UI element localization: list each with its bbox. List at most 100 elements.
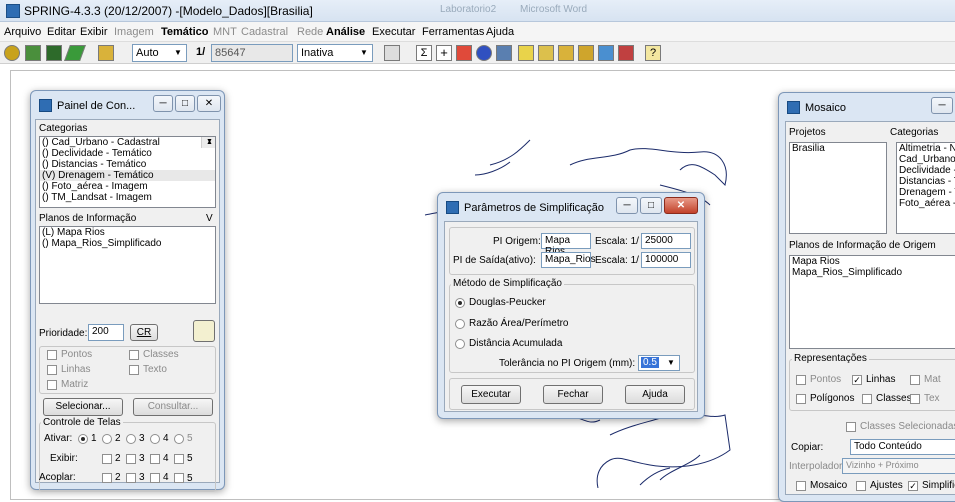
ativar-radio-1[interactable] (78, 434, 88, 444)
back-icon[interactable] (598, 45, 614, 61)
pencil-icon[interactable] (518, 45, 534, 61)
categorias-scrollbar[interactable]: ▲ ▼ (201, 137, 215, 148)
acoplar-check-5[interactable] (174, 473, 184, 483)
menu-imagem[interactable]: Imagem (114, 26, 154, 38)
categoria-item[interactable]: () TM_Landsat - Imagem (40, 192, 215, 203)
layers-icon[interactable] (46, 45, 62, 61)
scroll-down-icon[interactable]: ▼ (202, 136, 215, 148)
linhas-checkbox[interactable] (47, 365, 57, 375)
scale-icon[interactable] (98, 45, 114, 61)
help-icon[interactable]: ? (645, 45, 661, 61)
selecionar-button[interactable]: Selecionar... (43, 398, 123, 416)
escala-origem-input[interactable]: 25000 (641, 233, 691, 249)
close-button[interactable]: ✕ (197, 95, 221, 112)
menu-ferramentas[interactable]: Ferramentas (422, 26, 484, 38)
ativar-radio-5[interactable] (174, 434, 184, 444)
mosaico-plano-item[interactable]: Mapa Rios (790, 256, 955, 267)
database-icon[interactable] (4, 45, 20, 61)
exibir-check-5[interactable] (174, 454, 184, 464)
menu-exibir[interactable]: Exibir (80, 26, 108, 38)
acoplar-check-3[interactable] (126, 473, 136, 483)
painel-titlebar[interactable]: Painel de Con... ─ □ ✕ (31, 91, 224, 119)
matriz-checkbox[interactable] (47, 380, 57, 390)
copiar-select[interactable]: Todo Conteúdo (850, 439, 955, 455)
maximize-button[interactable]: □ (640, 197, 662, 214)
fechar-button[interactable]: Fechar (543, 385, 603, 404)
minimize-button[interactable]: ─ (153, 95, 173, 112)
pencil-icon[interactable] (193, 320, 215, 342)
plus-icon[interactable]: + (436, 45, 452, 61)
tolerancia-select[interactable]: 0.5 ▼ (638, 355, 680, 371)
mosaico-categoria-item[interactable]: Altimetria - Nur (897, 143, 955, 154)
douglas-radio[interactable] (455, 298, 465, 308)
sum-icon[interactable]: Σ (416, 45, 432, 61)
texto-checkbox[interactable] (129, 365, 139, 375)
projeto-item[interactable]: Brasilia (790, 143, 886, 154)
state-select[interactable]: Inativa ▼ (297, 44, 373, 62)
menu-editar[interactable]: Editar (47, 26, 76, 38)
projetos-list[interactable]: Brasilia (789, 142, 887, 234)
mosaico-titlebar[interactable]: Mosaico ─ □ (779, 93, 955, 121)
rep-linhas-checkbox[interactable]: ✓ (852, 375, 862, 385)
exibir-check-4[interactable] (150, 454, 160, 464)
mosaico-plano-item[interactable]: Mapa_Rios_Simplificado (790, 267, 955, 278)
edit-icon[interactable] (64, 45, 86, 61)
mosaico-categoria-item[interactable]: Foto_aérea - Ir (897, 198, 955, 209)
menu-ajuda[interactable]: Ajuda (486, 26, 514, 38)
menu-mnt[interactable]: MNT (213, 26, 237, 38)
arrow-icon[interactable] (618, 45, 634, 61)
razao-radio[interactable] (455, 319, 465, 329)
escala-saida-input[interactable]: 100000 (641, 252, 691, 268)
pontos-checkbox[interactable] (47, 350, 57, 360)
rep-tex-checkbox[interactable] (910, 394, 920, 404)
categoria-item-selected[interactable]: (V) Drenagem - Temático (40, 170, 215, 181)
menu-cadastral[interactable]: Cadastral (241, 26, 288, 38)
distancia-radio[interactable] (455, 339, 465, 349)
acoplar-check-2[interactable] (102, 473, 112, 483)
grid-icon[interactable] (384, 45, 400, 61)
classes-checkbox[interactable] (129, 350, 139, 360)
ajuda-button[interactable]: Ajuda (625, 385, 685, 404)
maximize-button[interactable]: □ (175, 95, 195, 112)
rep-poligonos-checkbox[interactable] (796, 394, 806, 404)
mosaico-categorias-list[interactable]: Altimetria - Nur Cad_Urbano - Declividad… (896, 142, 955, 234)
exibir-check-2[interactable] (102, 454, 112, 464)
simplific-checkbox[interactable]: ✓ (908, 481, 918, 491)
mosaico-categoria-item[interactable]: Cad_Urbano - (897, 154, 955, 165)
menu-rede[interactable]: Rede (297, 26, 323, 38)
categoria-item[interactable]: () Declividade - Temático (40, 148, 215, 159)
categoria-item[interactable]: () Distancias - Temático (40, 159, 215, 170)
interpolador-select[interactable]: Vizinho + Próximo (842, 458, 955, 474)
menu-arquivo[interactable]: Arquivo (4, 26, 41, 38)
menu-tematico[interactable]: Temático (161, 26, 208, 38)
consultar-button[interactable]: Consultar... (133, 398, 213, 416)
mode-select[interactable]: Auto ▼ (132, 44, 187, 62)
ajustes-checkbox[interactable] (856, 481, 866, 491)
mosaico-categoria-item[interactable]: Declividade - T (897, 165, 955, 176)
cr-button[interactable]: CR (130, 324, 158, 341)
rep-mat-checkbox[interactable] (910, 375, 920, 385)
acoplar-check-4[interactable] (150, 473, 160, 483)
dialog-titlebar[interactable]: Parâmetros de Simplificação ─ □ ✕ (438, 193, 704, 221)
info-icon[interactable] (476, 45, 492, 61)
edit-points-icon[interactable] (558, 45, 574, 61)
cursor-icon[interactable] (496, 45, 512, 61)
exibir-check-3[interactable] (126, 454, 136, 464)
pi-origem-input[interactable]: Mapa Rios (541, 233, 591, 257)
classes-selecionadas-checkbox[interactable] (846, 422, 856, 432)
minimize-button[interactable]: ─ (616, 197, 638, 214)
project-icon[interactable] (25, 45, 41, 61)
mosaico-categoria-item[interactable]: Distancias - Te (897, 176, 955, 187)
planos-list[interactable]: (L) Mapa Rios () Mapa_Rios_Simplificado (39, 226, 216, 304)
prioridade-input[interactable]: 200 (88, 324, 124, 341)
mosaico-categoria-item[interactable]: Drenagem - Te (897, 187, 955, 198)
executar-button[interactable]: Executar (461, 385, 521, 404)
ativar-radio-3[interactable] (126, 434, 136, 444)
mosaico-checkbox[interactable] (796, 481, 806, 491)
pan-icon[interactable] (456, 45, 472, 61)
close-button[interactable]: ✕ (664, 197, 698, 214)
ativar-radio-2[interactable] (102, 434, 112, 444)
categoria-item[interactable]: () Cad_Urbano - Cadastral (40, 137, 215, 148)
edit-poly-icon[interactable] (578, 45, 594, 61)
categorias-list[interactable]: () Cad_Urbano - Cadastral () Declividade… (39, 136, 216, 208)
